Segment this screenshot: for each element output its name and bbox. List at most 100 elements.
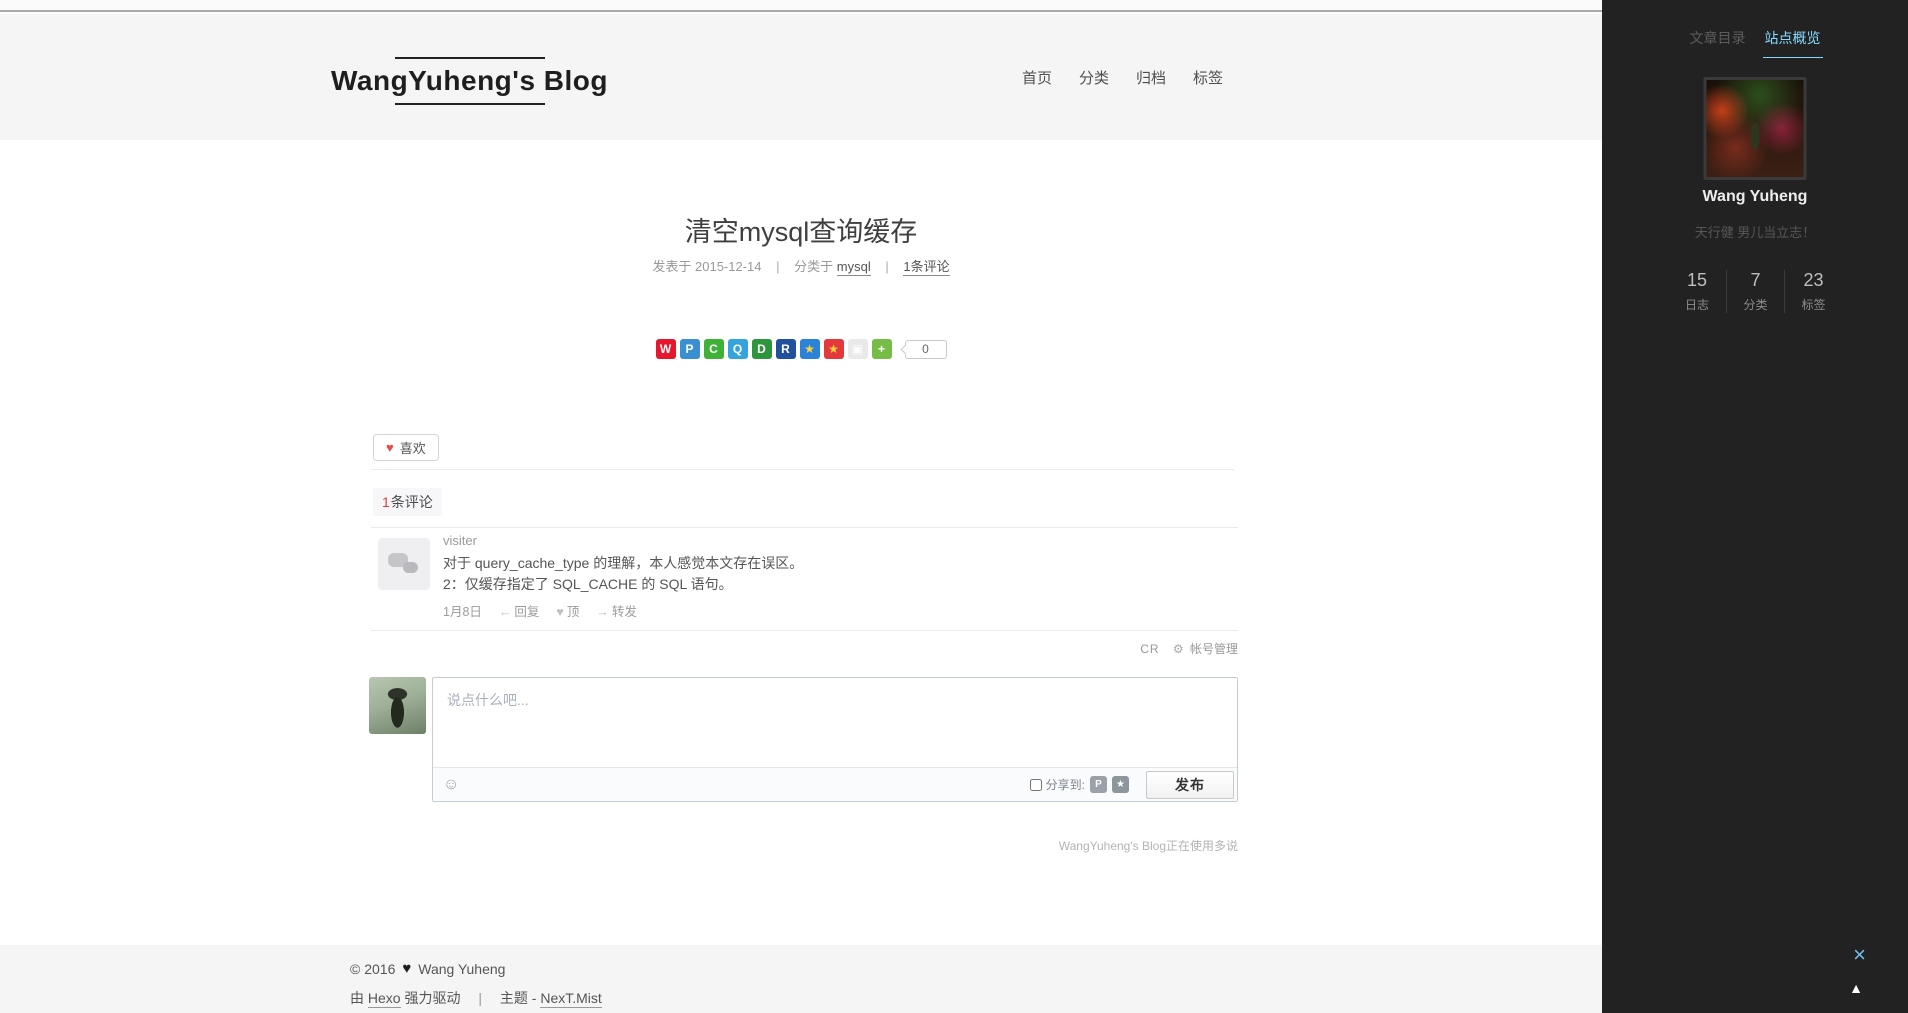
wechat-icon: C bbox=[709, 342, 718, 356]
heart-icon: ♥ bbox=[556, 605, 564, 619]
douban-icon: D bbox=[757, 342, 766, 356]
powered-suffix: 强力驱动 bbox=[404, 990, 461, 1006]
comment-author-name[interactable]: visiter bbox=[443, 533, 477, 548]
tencent-pengyou-share-icon[interactable]: P bbox=[679, 339, 700, 359]
comments-header: 1条评论 bbox=[373, 488, 442, 516]
stat-posts[interactable]: 15 日志 bbox=[1668, 270, 1726, 313]
author-motto: 天行健 男儿当立志！ bbox=[1694, 225, 1816, 240]
comment-toolbar: ☺ 分享到: P ★ 发布 bbox=[433, 767, 1237, 801]
count-notch bbox=[900, 344, 910, 354]
copyright-line: © 2016 ♥ Wang Yuheng bbox=[350, 960, 505, 977]
author-avatar bbox=[1703, 77, 1807, 180]
share-count-badge[interactable]: 0 bbox=[900, 339, 947, 359]
theme-label: 主题 bbox=[499, 990, 528, 1006]
divider bbox=[371, 630, 1238, 631]
gear-icon[interactable]: ⚙ bbox=[1173, 642, 1184, 656]
stat-categories[interactable]: 7 分类 bbox=[1726, 270, 1784, 313]
duoshuo-powered-text: WangYuheng's Blog正在使用多说 bbox=[1058, 839, 1238, 853]
site-stats: 15 日志 7 分类 23 标签 bbox=[1602, 270, 1908, 313]
speech-bubble-icon bbox=[403, 562, 418, 573]
stat-tags-label: 标签 bbox=[1801, 298, 1826, 312]
category-label: 分类于 bbox=[794, 259, 834, 274]
copy-share-icon[interactable]: ▣ bbox=[847, 339, 868, 359]
stat-tags[interactable]: 23 标签 bbox=[1784, 270, 1842, 313]
emoticon-icon[interactable]: ☺ bbox=[443, 776, 459, 793]
nav-item-home[interactable]: 首页 bbox=[1022, 67, 1052, 88]
forward-button[interactable]: → 转发 bbox=[596, 601, 637, 620]
reply-button[interactable]: ← 回复 bbox=[499, 601, 540, 620]
renren-share-icon[interactable]: R bbox=[775, 339, 796, 359]
comments-header-count: 1 bbox=[382, 494, 390, 510]
nav-item-categories[interactable]: 分类 bbox=[1079, 67, 1109, 88]
forward-label: 转发 bbox=[611, 605, 637, 619]
current-user-avatar bbox=[369, 677, 426, 734]
stat-posts-label: 日志 bbox=[1684, 298, 1709, 312]
duoshuo-logo: CR bbox=[1140, 642, 1160, 656]
divider bbox=[371, 469, 1234, 470]
theme-link[interactable]: NexT.Mist bbox=[540, 990, 602, 1008]
footer-separator: | bbox=[478, 990, 482, 1006]
baidu-star-icon: ★ bbox=[828, 342, 839, 356]
heart-icon: ♥ bbox=[386, 440, 394, 455]
published-label: 发表于 bbox=[652, 259, 692, 274]
plus-icon: + bbox=[877, 342, 885, 356]
theme-dash: - bbox=[531, 990, 537, 1006]
stat-posts-value: 15 bbox=[1686, 270, 1708, 290]
baidu-space-share-icon[interactable]: ★ bbox=[823, 339, 844, 359]
tab-post-toc[interactable]: 文章目录 bbox=[1688, 28, 1748, 58]
site-footer: © 2016 ♥ Wang Yuheng 由 Hexo 强力驱动 | 主题 - … bbox=[0, 945, 1602, 1013]
comment-line: 2：仅缓存指定了 SQL_CACHE 的 SQL 语句。 bbox=[443, 576, 733, 592]
renren-icon: R bbox=[781, 342, 790, 356]
more-share-icon[interactable]: + bbox=[871, 339, 892, 359]
account-row: CR ⚙ 帐号管理 bbox=[371, 640, 1238, 657]
qq-icon: Q bbox=[732, 342, 743, 356]
meta-separator: | bbox=[885, 259, 889, 274]
upvote-button[interactable]: ♥ 顶 bbox=[556, 601, 579, 620]
divider bbox=[371, 527, 1238, 528]
post-meta: 发表于 2015-12-14 | 分类于 mysql | 1条评论 bbox=[0, 256, 1602, 276]
powered-line: 由 Hexo 强力驱动 | 主题 - NexT.Mist bbox=[350, 988, 602, 1008]
share-to-pengyou-icon[interactable]: P bbox=[1090, 776, 1107, 793]
nav-item-tags[interactable]: 标签 bbox=[1193, 67, 1223, 88]
stat-tags-value: 23 bbox=[1803, 270, 1824, 290]
comment-date: 1月8日 bbox=[443, 605, 482, 619]
qzone-star-icon: ★ bbox=[804, 342, 815, 356]
reply-label: 回复 bbox=[514, 605, 540, 619]
share-to-qzone-icon[interactable]: ★ bbox=[1112, 776, 1129, 793]
share-to-checkbox[interactable] bbox=[1029, 778, 1042, 791]
douban-share-icon[interactable]: D bbox=[751, 339, 772, 359]
post-title: 清空mysql查询缓存 bbox=[684, 217, 918, 247]
comments-count-link[interactable]: 1条评论 bbox=[903, 259, 950, 276]
wechat-share-icon[interactable]: C bbox=[703, 339, 724, 359]
qzone-star-icon: ★ bbox=[1116, 778, 1125, 790]
site-title[interactable]: WangYuheng's Blog bbox=[331, 67, 608, 95]
nav-item-archives[interactable]: 归档 bbox=[1136, 67, 1166, 88]
like-label: 喜欢 bbox=[399, 441, 426, 456]
heart-icon: ♥ bbox=[402, 960, 412, 977]
comments-header-label: 条评论 bbox=[390, 494, 433, 510]
tab-site-overview[interactable]: 站点概览 bbox=[1762, 28, 1823, 58]
publish-button[interactable]: 发布 bbox=[1146, 770, 1234, 799]
like-button[interactable]: ♥ 喜欢 bbox=[373, 434, 439, 461]
meta-separator: | bbox=[776, 259, 780, 274]
qzone-share-icon[interactable]: ★ bbox=[799, 339, 820, 359]
back-to-top-icon[interactable]: ▲ bbox=[1849, 981, 1863, 995]
publish-date: 2015-12-14 bbox=[695, 259, 762, 274]
share-bar: W P C Q D R ★ ★ ▣ + 0 bbox=[0, 339, 1602, 359]
sidebar-close-icon[interactable]: × bbox=[1853, 944, 1866, 966]
comment-form: ☺ 分享到: P ★ 发布 bbox=[432, 677, 1238, 802]
comment-actions: 1月8日 ← 回复 ♥ 顶 → 转发 bbox=[443, 601, 637, 620]
comment-input[interactable] bbox=[433, 678, 1237, 768]
account-manage-link[interactable]: 帐号管理 bbox=[1190, 642, 1238, 656]
stat-categories-value: 7 bbox=[1750, 270, 1761, 290]
site-header: WangYuheng's Blog 首页 分类 归档 标签 bbox=[0, 14, 1602, 140]
comment-author-avatar bbox=[378, 538, 430, 590]
sina-weibo-share-icon[interactable]: W bbox=[655, 339, 676, 359]
comment-line: 对于 query_cache_type 的理解，本人感觉本文存在误区。 bbox=[443, 555, 804, 571]
pengyou-icon: P bbox=[1095, 778, 1102, 790]
sina-weibo-icon: W bbox=[659, 342, 672, 356]
hexo-link[interactable]: Hexo bbox=[367, 990, 401, 1008]
category-link[interactable]: mysql bbox=[836, 259, 871, 276]
copy-icon: ▣ bbox=[851, 342, 864, 356]
qq-share-icon[interactable]: Q bbox=[727, 339, 748, 359]
